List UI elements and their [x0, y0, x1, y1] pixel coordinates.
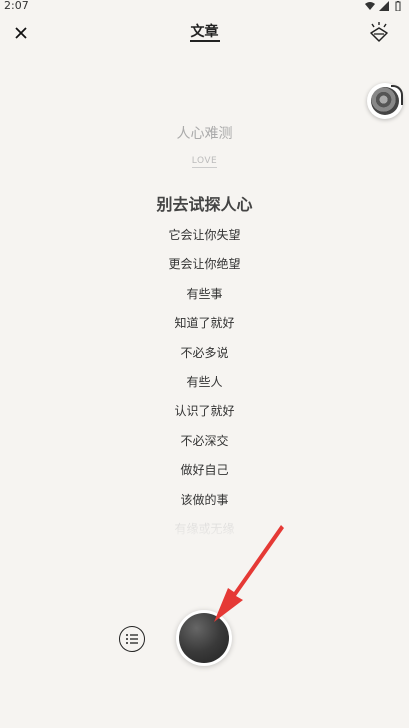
disc-needle [391, 85, 403, 105]
article-heading: 别去试探人心 [156, 195, 253, 214]
article-line: 认识了就好 [174, 404, 235, 419]
signal-icon [379, 1, 389, 11]
lamp-button[interactable] [367, 21, 391, 45]
wifi-icon [365, 2, 375, 10]
music-disc-icon [371, 85, 403, 115]
record-icon [179, 613, 229, 663]
battery-icon [395, 1, 401, 11]
article-line: 它会让你失望 [168, 228, 241, 242]
article-line: 不必多说 [180, 345, 229, 360]
page-title: 文章 [0, 24, 409, 42]
lamp-icon [370, 22, 388, 42]
top-bar: 文章 [0, 18, 409, 50]
article-line: 知道了就好 [174, 316, 235, 331]
article-line: 做好自己 [180, 463, 229, 478]
list-icon [126, 634, 138, 644]
record-button[interactable] [176, 610, 232, 666]
article-title: 人心难测 [176, 126, 233, 142]
article-author[interactable]: LOVE [191, 156, 218, 168]
article: 人心难测 LOVE 别去试探人心 它会让你失望 更会让你绝望 有些事 知道了就好… [0, 124, 409, 544]
article-lines: 它会让你失望 更会让你绝望 有些事 知道了就好 不必多说 有些人 认识了就好 不… [0, 221, 409, 544]
toc-button[interactable] [119, 626, 145, 652]
music-disc-button[interactable] [367, 83, 403, 119]
article-line: 该做的事 [180, 492, 229, 507]
status-bar: 2:07 [0, 0, 409, 14]
article-line: 有缘或无缘 [174, 521, 235, 536]
page-title-text: 文章 [189, 24, 220, 42]
article-line: 不必深交 [180, 433, 229, 448]
status-icons [365, 1, 403, 11]
article-line: 更会让你绝望 [168, 257, 241, 272]
article-line: 有些事 [186, 286, 223, 301]
article-line: 有些人 [186, 374, 223, 389]
status-time: 2:07 [4, 0, 29, 12]
